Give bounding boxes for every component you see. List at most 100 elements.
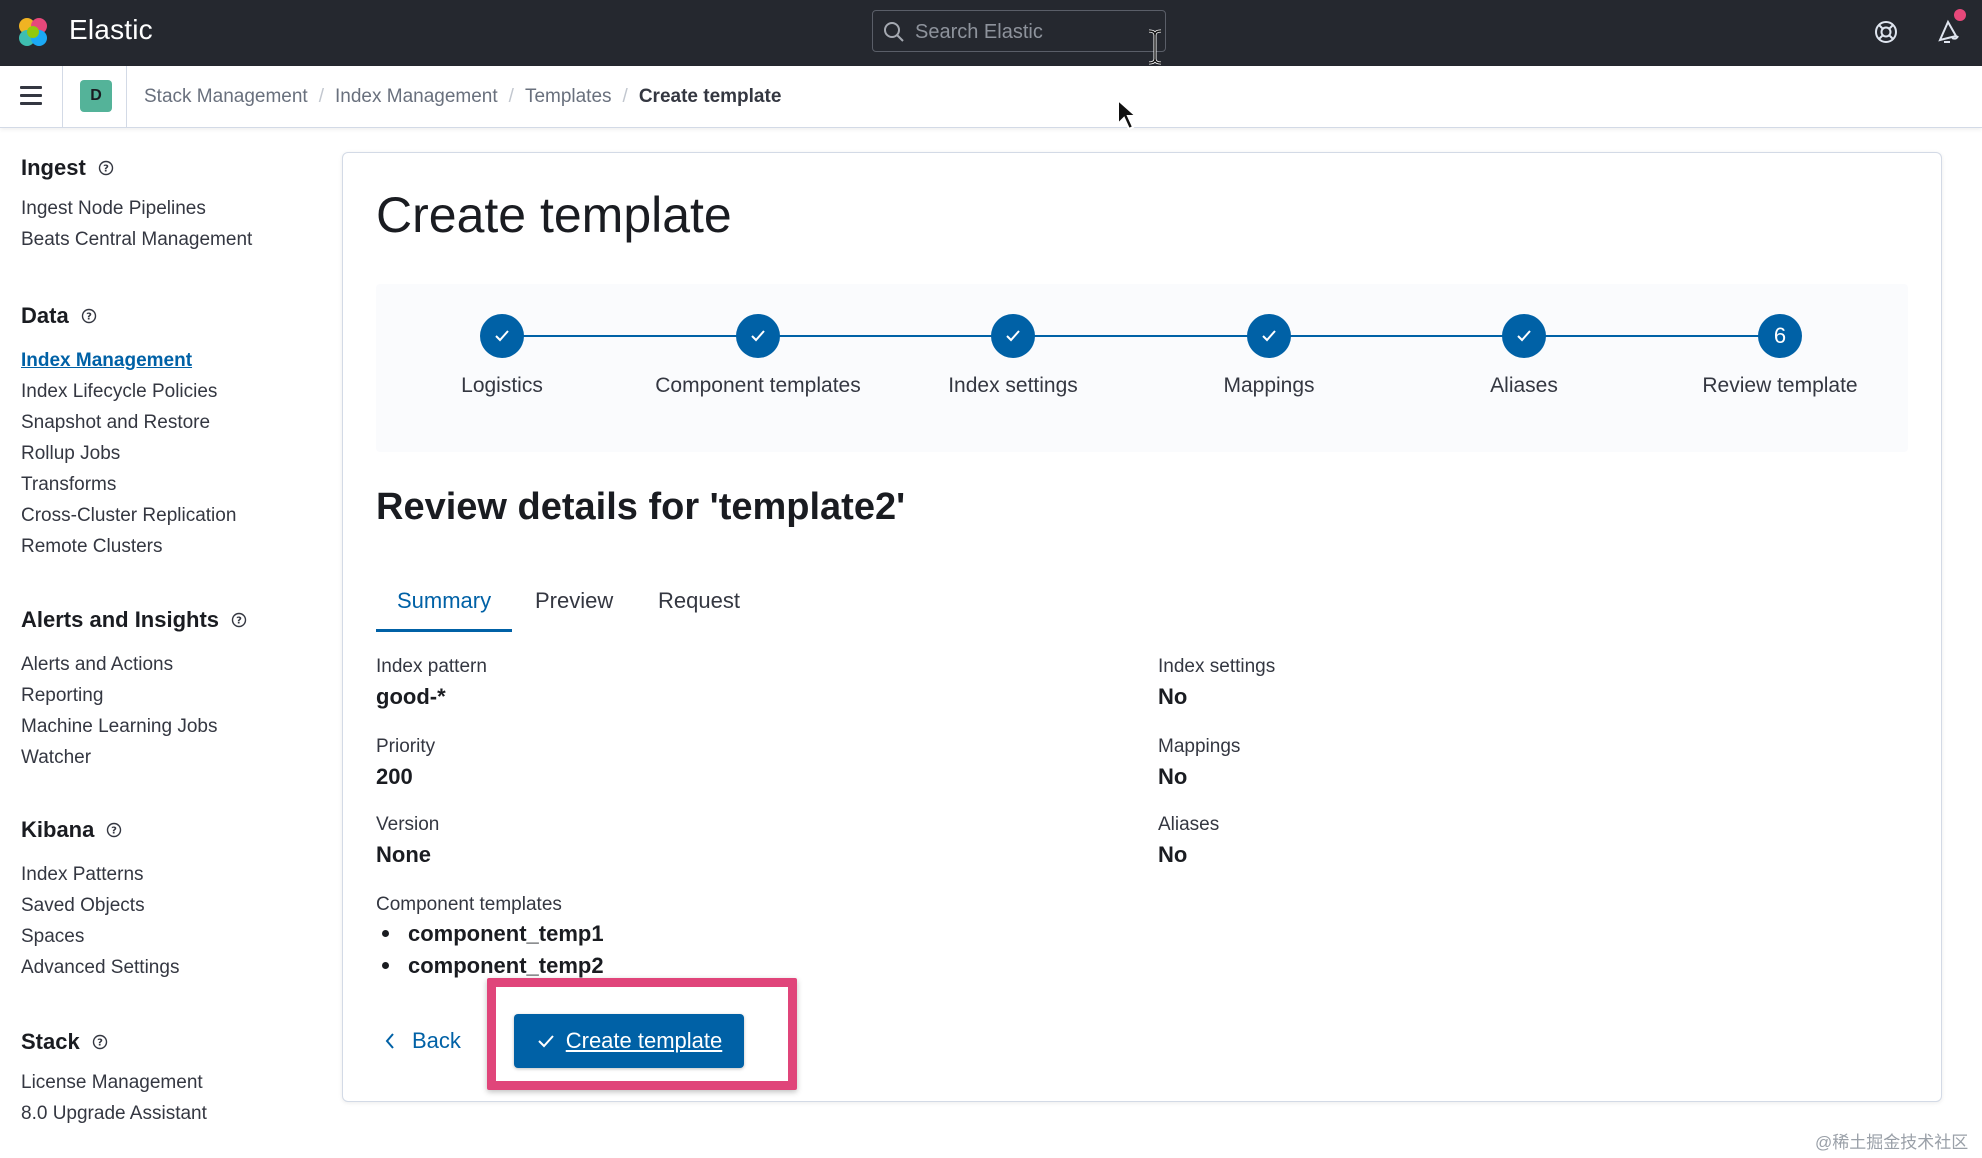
review-title: Review details for 'template2' bbox=[376, 486, 906, 528]
sidebar-item-reporting[interactable]: Reporting bbox=[21, 680, 247, 711]
sidebar-item-transforms[interactable]: Transforms bbox=[21, 469, 236, 500]
sidebar-item-index-management[interactable]: Index Management bbox=[21, 345, 236, 376]
breadcrumb-current: Create template bbox=[638, 86, 782, 107]
priority-label: Priority bbox=[376, 736, 436, 757]
sidebar-item-saved-objects[interactable]: Saved Objects bbox=[21, 890, 179, 921]
sidebar: Ingest ? Ingest Node Pipelines Beats Cen… bbox=[0, 129, 340, 1158]
search-input[interactable]: Search Elastic bbox=[872, 10, 1166, 52]
tab-summary[interactable]: Summary bbox=[376, 574, 513, 632]
sidebar-item-cross-cluster-replication[interactable]: Cross-Cluster Replication bbox=[21, 500, 236, 531]
index-pattern-label: Index pattern bbox=[376, 656, 487, 677]
index-settings-value: No bbox=[1158, 684, 1188, 709]
sidebar-group-data: Data ? Index Management Index Lifecycle … bbox=[21, 301, 236, 562]
breadcrumb-index-management[interactable]: Index Management bbox=[335, 86, 498, 107]
step-label[interactable]: Mappings bbox=[1159, 370, 1379, 402]
svg-text:?: ? bbox=[236, 616, 242, 627]
sidebar-group-stack: Stack ? License Management 8.0 Upgrade A… bbox=[21, 1027, 207, 1129]
menu-icon[interactable] bbox=[20, 86, 44, 106]
sidebar-group-kibana: Kibana ? Index Patterns Saved Objects Sp… bbox=[21, 815, 179, 983]
sidebar-item-watcher[interactable]: Watcher bbox=[21, 742, 247, 773]
sidebar-item-machine-learning-jobs[interactable]: Machine Learning Jobs bbox=[21, 711, 247, 742]
step-label[interactable]: Component templates bbox=[648, 370, 868, 402]
elastic-logo-icon[interactable] bbox=[16, 15, 50, 49]
sidebar-item-rollup-jobs[interactable]: Rollup Jobs bbox=[21, 438, 236, 469]
sidebar-group-title: Data ? bbox=[21, 301, 236, 331]
page-title: Create template bbox=[376, 187, 732, 243]
sidebar-group-alerts-and-insights: Alerts and Insights ? Alerts and Actions… bbox=[21, 605, 247, 773]
text-cursor-icon bbox=[1148, 29, 1162, 65]
create-template-button[interactable]: Create template bbox=[514, 1014, 744, 1068]
breadcrumb-stack-management[interactable]: Stack Management bbox=[144, 86, 308, 107]
sidebar-item-snapshot-and-restore[interactable]: Snapshot and Restore bbox=[21, 407, 236, 438]
mappings-label: Mappings bbox=[1158, 736, 1241, 757]
back-button-label: Back bbox=[412, 1028, 461, 1053]
sidebar-group-ingest: Ingest ? Ingest Node Pipelines Beats Cen… bbox=[21, 153, 252, 255]
sidebar-item-index-lifecycle-policies[interactable]: Index Lifecycle Policies bbox=[21, 376, 236, 407]
help-icon[interactable]: ? bbox=[81, 308, 97, 324]
steps-connector bbox=[502, 335, 1782, 337]
step-component-templates-complete[interactable] bbox=[736, 314, 780, 358]
aliases-label: Aliases bbox=[1158, 814, 1220, 835]
step-logistics-complete[interactable] bbox=[480, 314, 524, 358]
breadcrumb-separator: / bbox=[318, 86, 324, 107]
step-review-template-current[interactable]: 6 bbox=[1758, 314, 1802, 358]
help-icon[interactable]: ? bbox=[231, 612, 247, 628]
help-icon[interactable]: ? bbox=[92, 1034, 108, 1050]
breadcrumb-separator: / bbox=[622, 86, 628, 107]
list-item: component_temp2 bbox=[382, 953, 604, 979]
step-label[interactable]: Review template bbox=[1670, 370, 1890, 402]
breadcrumb: Stack Management / Index Management / Templa… bbox=[144, 86, 781, 108]
index-pattern-value: good-* bbox=[376, 684, 446, 709]
step-aliases-complete[interactable] bbox=[1502, 314, 1546, 358]
step-label[interactable]: Logistics bbox=[392, 370, 612, 402]
component-templates-label: Component templates bbox=[376, 894, 562, 915]
priority-value: 200 bbox=[376, 764, 413, 789]
search-placeholder: Search Elastic bbox=[915, 21, 1043, 43]
help-icon[interactable]: ? bbox=[106, 822, 122, 838]
svg-text:?: ? bbox=[111, 826, 117, 837]
search-icon bbox=[884, 22, 904, 42]
step-mappings-complete[interactable] bbox=[1247, 314, 1291, 358]
space-avatar[interactable]: D bbox=[80, 80, 112, 112]
sidebar-item-ingest-node-pipelines[interactable]: Ingest Node Pipelines bbox=[21, 193, 252, 224]
sidebar-group-title: Alerts and Insights ? bbox=[21, 605, 247, 635]
sidebar-item-upgrade-assistant[interactable]: 8.0 Upgrade Assistant bbox=[21, 1098, 207, 1129]
check-icon bbox=[538, 1035, 554, 1048]
breadcrumb-templates[interactable]: Templates bbox=[525, 86, 612, 107]
step-index-settings-complete[interactable] bbox=[991, 314, 1035, 358]
divider bbox=[126, 66, 127, 128]
sidebar-group-title: Stack ? bbox=[21, 1027, 207, 1057]
sidebar-group-title: Ingest ? bbox=[21, 153, 252, 183]
list-item: component_temp1 bbox=[382, 921, 604, 947]
aliases-value: No bbox=[1158, 842, 1188, 867]
sidebar-item-beats-central-management[interactable]: Beats Central Management bbox=[21, 224, 252, 255]
version-value: None bbox=[376, 842, 431, 867]
mouse-pointer-icon bbox=[1117, 98, 1138, 131]
step-label[interactable]: Aliases bbox=[1414, 370, 1634, 402]
help-menu-icon[interactable] bbox=[1872, 18, 1900, 46]
breadcrumb-separator: / bbox=[508, 86, 514, 107]
tab-request[interactable]: Request bbox=[658, 574, 740, 632]
watermark: @稀土掘金技术社区 bbox=[1815, 1133, 1969, 1152]
brand-name[interactable]: Elastic bbox=[69, 14, 153, 46]
mappings-value: No bbox=[1158, 764, 1188, 789]
sidebar-item-alerts-and-actions[interactable]: Alerts and Actions bbox=[21, 649, 247, 680]
sidebar-item-advanced-settings[interactable]: Advanced Settings bbox=[21, 952, 179, 983]
step-label[interactable]: Index settings bbox=[903, 370, 1123, 402]
svg-text:?: ? bbox=[103, 164, 109, 175]
divider bbox=[62, 66, 63, 128]
sidebar-item-remote-clusters[interactable]: Remote Clusters bbox=[21, 531, 236, 562]
top-header: Elastic Search Elastic bbox=[0, 0, 1982, 66]
check-icon bbox=[751, 330, 765, 342]
sidebar-item-index-patterns[interactable]: Index Patterns bbox=[21, 859, 179, 890]
tab-preview[interactable]: Preview bbox=[535, 574, 613, 632]
sidebar-item-spaces[interactable]: Spaces bbox=[21, 921, 179, 952]
back-button[interactable]: Back bbox=[384, 1022, 461, 1060]
steps-progress: Logistics Component templates Index sett… bbox=[376, 284, 1908, 452]
breadcrumb-bar: D Stack Management / Index Management / Temp… bbox=[0, 66, 1982, 128]
check-icon bbox=[1006, 330, 1020, 342]
notification-badge bbox=[1954, 9, 1966, 21]
review-tabs: Summary Preview Request bbox=[376, 574, 1908, 632]
sidebar-item-license-management[interactable]: License Management bbox=[21, 1067, 207, 1098]
help-icon[interactable]: ? bbox=[98, 160, 114, 176]
